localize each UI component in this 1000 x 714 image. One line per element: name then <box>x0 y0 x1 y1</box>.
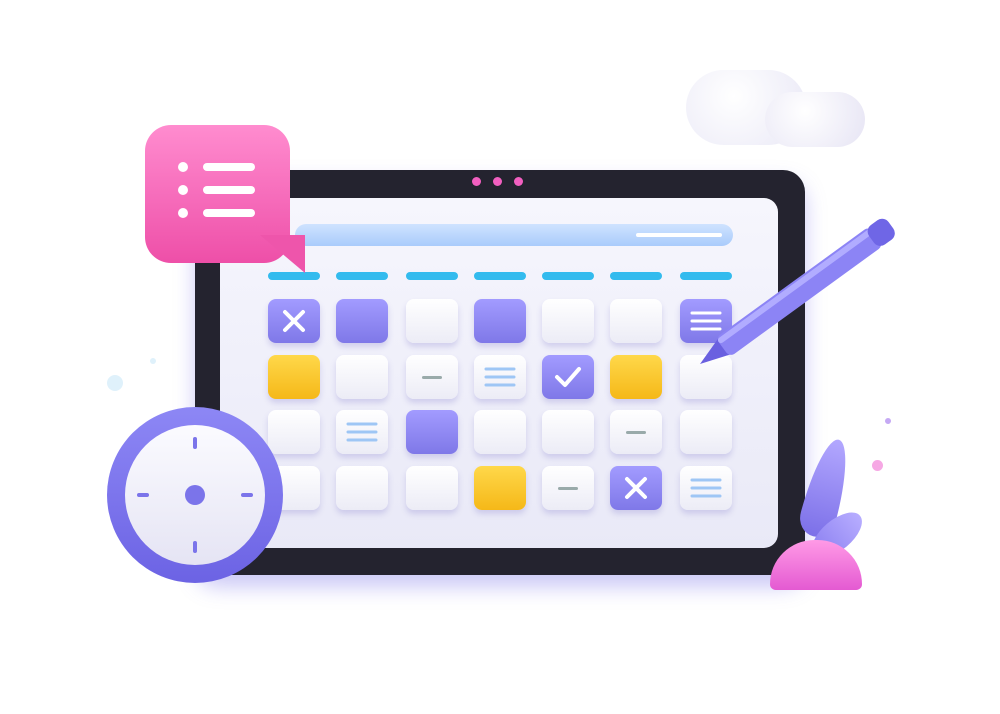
calendar-day-cell[interactable] <box>680 466 732 510</box>
calendar-day-cell[interactable] <box>336 355 388 399</box>
dash-icon <box>558 486 578 490</box>
check-icon <box>553 364 583 390</box>
decor-bubble <box>107 375 123 391</box>
lines-icon <box>484 366 516 388</box>
x-icon <box>623 475 649 501</box>
chat-bubble-tail <box>260 235 305 273</box>
dash-icon <box>422 375 442 379</box>
decor-bubble <box>150 358 156 364</box>
weekday-header <box>268 272 320 280</box>
calendar-day-cell[interactable] <box>406 355 458 399</box>
calendar-day-cell[interactable] <box>610 410 662 454</box>
calendar-day-cell[interactable] <box>336 466 388 510</box>
weekday-header <box>406 272 458 280</box>
weekday-header <box>336 272 388 280</box>
header-line <box>636 233 722 237</box>
calendar-day-cell[interactable] <box>474 410 526 454</box>
calendar-day-cell[interactable] <box>406 410 458 454</box>
decor-bubble <box>885 418 891 424</box>
camera-dot <box>493 177 502 186</box>
calendar-day-cell[interactable] <box>336 410 388 454</box>
calendar-day-cell[interactable] <box>542 355 594 399</box>
weekday-header <box>680 272 732 280</box>
calendar-day-cell[interactable] <box>542 466 594 510</box>
calendar-day-cell[interactable] <box>268 299 320 343</box>
weekday-header <box>474 272 526 280</box>
calendar-day-cell[interactable] <box>474 466 526 510</box>
clock-face <box>125 425 265 565</box>
weekday-header <box>610 272 662 280</box>
calendar-day-cell[interactable] <box>406 299 458 343</box>
dash-icon <box>626 430 646 434</box>
camera-dot <box>472 177 481 186</box>
decor-bubble <box>872 460 883 471</box>
camera-dot <box>514 177 523 186</box>
calendar-day-cell[interactable] <box>542 410 594 454</box>
calendar-day-cell[interactable] <box>406 466 458 510</box>
calendar-day-cell[interactable] <box>610 466 662 510</box>
calendar-day-cell[interactable] <box>610 355 662 399</box>
calendar-day-cell[interactable] <box>268 410 320 454</box>
calendar-day-cell[interactable] <box>610 299 662 343</box>
lines-icon <box>690 477 722 499</box>
calendar-day-cell[interactable] <box>268 355 320 399</box>
x-icon <box>281 308 307 334</box>
weekday-header <box>542 272 594 280</box>
lines-icon <box>346 421 378 443</box>
calendar-day-cell[interactable] <box>474 299 526 343</box>
lines-icon <box>690 310 722 332</box>
calendar-day-cell[interactable] <box>542 299 594 343</box>
calendar-day-cell[interactable] <box>680 410 732 454</box>
cloud-icon <box>765 92 865 147</box>
calendar-day-cell[interactable] <box>474 355 526 399</box>
calendar-day-cell[interactable] <box>336 299 388 343</box>
